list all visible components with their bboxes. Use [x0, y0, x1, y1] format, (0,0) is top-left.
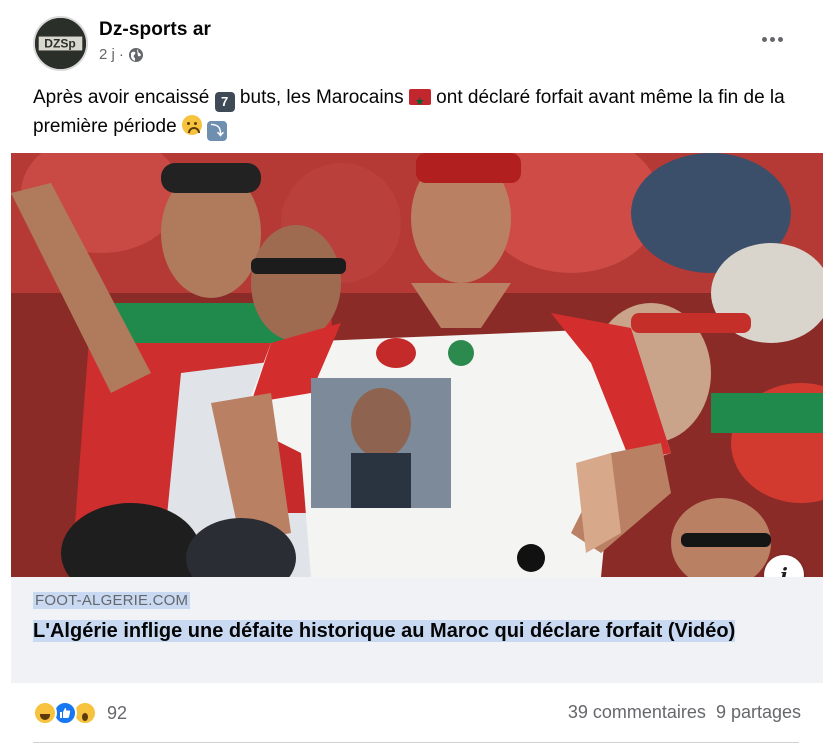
link-title[interactable]: L'Algérie inflige une défaite historique…	[33, 616, 803, 646]
more-options-icon[interactable]	[757, 26, 787, 52]
keycap-seven-emoji: 7	[214, 92, 235, 112]
globe-icon[interactable]	[128, 47, 144, 63]
more-dot	[769, 36, 775, 42]
reactions-summary[interactable]: 92	[33, 700, 127, 726]
post-timestamp[interactable]: 2 j	[99, 46, 115, 63]
avatar-logo: DZSp	[35, 18, 86, 69]
page-name[interactable]: Dz-sports ar	[99, 19, 211, 41]
svg-text:DZSp: DZSp	[44, 37, 75, 51]
haha-reaction-icon	[33, 701, 57, 725]
post-text-part1: Après avoir encaissé	[33, 87, 215, 108]
link-domain: FOOT-ALGERIE.COM	[33, 592, 191, 609]
more-dot	[761, 36, 767, 42]
post-meta: 2 j ·	[99, 46, 144, 63]
shares-count[interactable]: 9 partages	[716, 702, 801, 723]
facebook-post: DZSp Dz-sports ar 2 j · Après avoir enca…	[0, 0, 832, 750]
down-arrow-icon: ⤵	[207, 121, 228, 141]
post-text-part2: buts, les Marocains	[234, 87, 409, 108]
meta-separator: ·	[118, 46, 124, 63]
more-dot	[777, 36, 783, 42]
link-preview-image[interactable]	[11, 153, 823, 577]
post-message: Après avoir encaissé 7 buts, les Marocai…	[33, 83, 803, 141]
comments-count[interactable]: 39 commentaires	[568, 702, 706, 723]
morocco-flag-icon	[408, 88, 431, 117]
action-divider	[33, 742, 799, 743]
engagement-counts: 39 commentaires 9 partages	[568, 702, 801, 723]
sad-face-icon	[181, 115, 202, 135]
page-avatar[interactable]: DZSp	[33, 16, 88, 71]
reaction-count: 92	[107, 702, 128, 723]
link-title-text: L'Algérie inflige une défaite historique…	[33, 620, 736, 642]
